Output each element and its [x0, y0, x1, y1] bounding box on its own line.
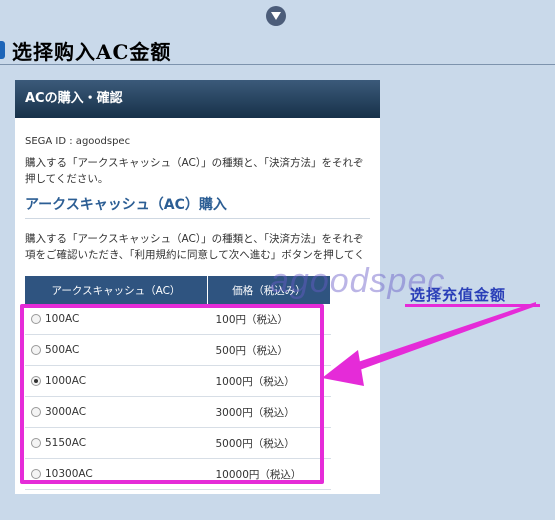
annotation-arrow-icon — [322, 302, 536, 386]
